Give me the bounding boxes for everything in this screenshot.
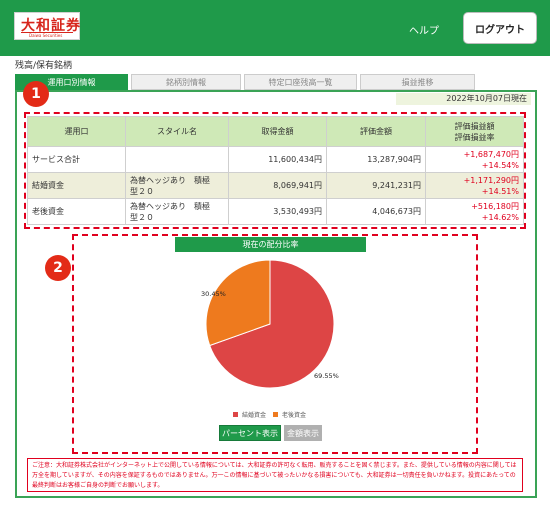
daiwa-logo[interactable]: 大和証券 Daiwa Securities xyxy=(14,12,80,40)
chart-legend: 結婚資金 老後資金 xyxy=(233,410,306,419)
callout-badge-1: 1 xyxy=(23,81,49,107)
chart-title: 現在の配分比率 xyxy=(175,237,366,252)
slice-label-wedding: 69.55% xyxy=(314,372,339,380)
logo-subtext: Daiwa Securities xyxy=(29,33,63,38)
legend-label-retirement: 老後資金 xyxy=(282,412,307,419)
table-highlight-box xyxy=(24,112,526,229)
logout-button[interactable]: ログアウト xyxy=(463,12,537,44)
top-bar: 大和証券 Daiwa Securities ヘルプ ログアウト xyxy=(0,0,550,56)
legend-swatch-wedding xyxy=(233,412,238,417)
disclaimer-notice: ご注意：大和証券株式会社がインターネット上で公開している情報については、大和証券… xyxy=(27,458,523,492)
percent-view-button[interactable]: パーセント表示 xyxy=(219,425,281,441)
help-link[interactable]: ヘルプ xyxy=(409,22,439,37)
tab-specific-account-list[interactable]: 特定口座残高一覧 xyxy=(244,74,357,90)
amount-view-button[interactable]: 金額表示 xyxy=(284,425,322,441)
legend-label-wedding: 結婚資金 xyxy=(242,412,267,419)
tab-stock-info[interactable]: 銘柄別情報 xyxy=(131,74,241,90)
tab-profit-history[interactable]: 損益推移 xyxy=(360,74,475,90)
as-of-date: 2022年10月07日現在 xyxy=(396,93,531,105)
legend-swatch-retirement xyxy=(273,412,279,417)
slice-label-retirement: 30.45% xyxy=(201,290,226,298)
callout-badge-2: 2 xyxy=(45,255,71,281)
page-title: 残高/保有銘柄 xyxy=(15,61,73,71)
allocation-pie-chart xyxy=(205,259,335,389)
